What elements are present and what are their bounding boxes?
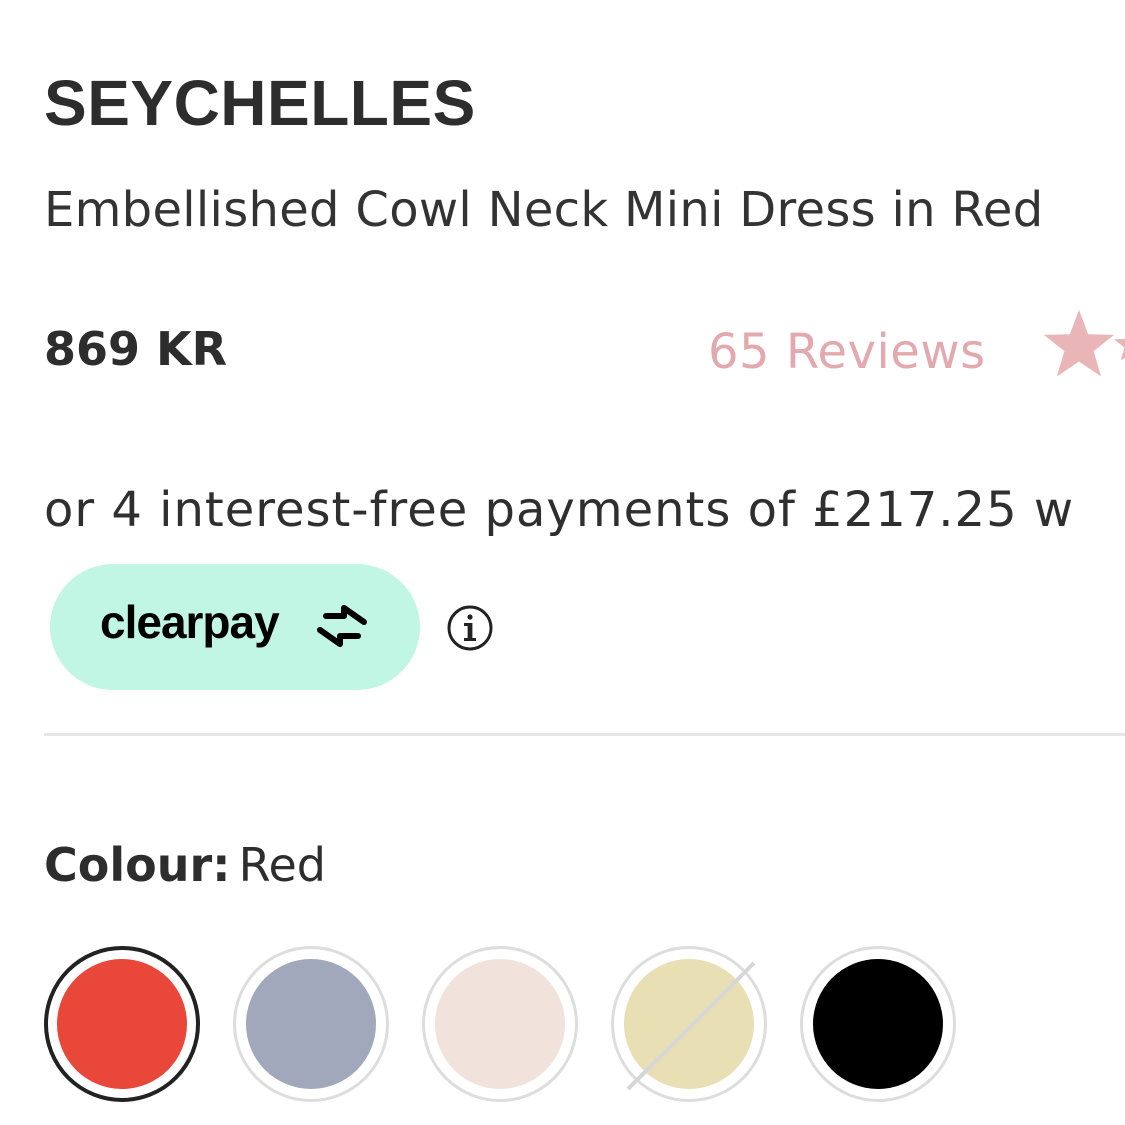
star-icon	[1043, 309, 1115, 377]
swatch-fill	[57, 959, 187, 1089]
installments-text: or 4 interest-free payments of £217.25 w	[44, 482, 1075, 538]
reviews-link[interactable]: 65 Reviews	[708, 324, 986, 380]
colour-swatch-black[interactable]	[800, 946, 956, 1102]
colour-selected-value: Red	[238, 838, 326, 892]
info-circle-icon[interactable]	[446, 604, 494, 652]
clearpay-logo-text: clearpay	[100, 596, 280, 648]
clearpay-arrows-icon	[317, 605, 367, 647]
star-icon-partial	[1110, 330, 1125, 360]
swatch-fill	[813, 959, 943, 1089]
colour-swatch-blush[interactable]	[422, 946, 578, 1102]
product-price: 869 KR	[44, 322, 228, 376]
colour-swatch-lemon-unavailable[interactable]	[611, 946, 767, 1102]
colour-label: Colour: Red	[44, 838, 326, 892]
colour-label-key: Colour:	[44, 838, 231, 892]
colour-swatch-grey-blue[interactable]	[233, 946, 389, 1102]
swatch-fill	[435, 959, 565, 1089]
colour-swatch-red[interactable]	[44, 946, 200, 1102]
product-title: Embellished Cowl Neck Mini Dress in Red	[44, 182, 1044, 238]
swatch-fill	[624, 959, 754, 1089]
swatch-fill	[246, 959, 376, 1089]
section-divider	[44, 733, 1125, 736]
product-brand: SEYCHELLES	[44, 67, 476, 139]
